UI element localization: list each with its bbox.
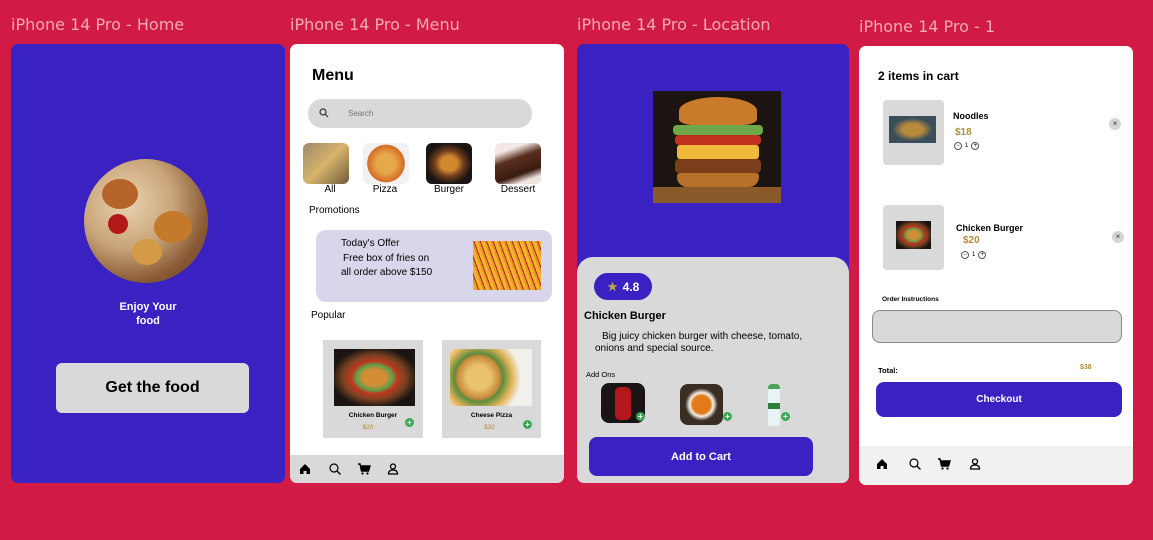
frame-label-cart: iPhone 14 Pro - 1 — [859, 17, 996, 36]
user-icon[interactable] — [386, 462, 400, 476]
addon-ketchup[interactable]: + — [601, 383, 645, 423]
cart-icon[interactable] — [357, 462, 371, 476]
cart-item-burger-price: $20 — [963, 235, 980, 246]
checkout-button[interactable]: Checkout — [876, 382, 1122, 417]
burger-thumbnail — [883, 205, 944, 270]
promo-line3: all order above $150 — [341, 267, 433, 278]
home-screen: Enjoy Your food Get the food — [11, 44, 285, 483]
popular-item-burger[interactable]: Chicken Burger $20 + — [323, 340, 423, 438]
total-label: Total: — [878, 366, 898, 375]
search-icon[interactable] — [908, 457, 922, 471]
checkout-label: Checkout — [976, 394, 1022, 405]
category-burger-image — [426, 143, 472, 184]
add-to-cart-label: Add to Cart — [671, 450, 731, 463]
remove-noodles-button[interactable]: × — [1109, 118, 1121, 130]
category-burger-label: Burger — [433, 184, 464, 195]
search-bar[interactable] — [308, 99, 532, 128]
rating-value: 4.8 — [622, 279, 640, 294]
user-icon[interactable] — [968, 457, 982, 471]
promo-line1: Today's Offer — [341, 238, 400, 249]
category-dessert-image — [495, 143, 541, 184]
add-to-cart-button[interactable]: Add to Cart — [589, 437, 813, 476]
category-all-label: All — [324, 184, 336, 195]
category-all[interactable]: All — [300, 143, 360, 195]
hero-food-image — [84, 159, 208, 283]
remove-burger-button[interactable]: × — [1112, 231, 1124, 243]
search-icon[interactable] — [328, 462, 342, 476]
cart-item-noodles-price: $18 — [955, 127, 972, 138]
category-burger[interactable]: Burger — [419, 143, 479, 195]
product-hero-image — [653, 91, 781, 203]
frame-label-location: iPhone 14 Pro - Location — [577, 15, 771, 34]
get-the-food-button[interactable]: Get the food — [56, 363, 249, 413]
get-the-food-label: Get the food — [105, 379, 200, 396]
home-icon[interactable] — [875, 457, 889, 471]
search-input[interactable] — [348, 106, 518, 121]
category-dessert[interactable]: Dessert — [488, 143, 548, 195]
promo-line2: Free box of fries on — [343, 252, 430, 264]
minus-icon[interactable]: − — [961, 251, 969, 259]
popular-heading: Popular — [311, 310, 346, 321]
promo-card[interactable]: Today's Offer Free box of fries on all o… — [316, 230, 552, 302]
product-description-line1: Big juicy chicken burger with cheese, to… — [602, 331, 803, 342]
add-water-button[interactable]: + — [781, 412, 790, 421]
popular-item-pizza[interactable]: Cheese Pizza $32 + — [442, 340, 541, 438]
product-detail-screen: 4.8 Chicken Burger Big juicy chicken bur… — [577, 44, 849, 483]
popular-pizza-image — [450, 349, 532, 406]
category-pizza-image — [363, 143, 409, 184]
addons-heading: Add Ons — [586, 370, 616, 379]
addon-soup[interactable]: + — [680, 384, 732, 426]
addon-water[interactable]: + — [765, 384, 790, 426]
frame-label-home: iPhone 14 Pro - Home — [11, 15, 185, 34]
cart-icon[interactable] — [937, 457, 951, 471]
cart-title: 2 items in cart — [878, 69, 959, 83]
home-icon[interactable] — [298, 462, 312, 476]
category-all-image — [303, 143, 349, 184]
product-description-line2: onions and special source. — [595, 343, 714, 354]
noodles-thumbnail — [883, 100, 944, 165]
cart-item-noodles: Noodles $18 − 1 + × — [883, 100, 1128, 166]
cart-item-burger-name: Chicken Burger — [956, 223, 1024, 233]
bottom-nav — [290, 455, 564, 483]
cart-item-noodles-name: Noodles — [953, 111, 989, 121]
home-tagline-line2: food — [136, 315, 160, 327]
order-instructions-field[interactable] — [872, 310, 1122, 343]
add-soup-button[interactable]: + — [723, 412, 732, 421]
promotions-heading: Promotions — [309, 205, 360, 216]
qty-stepper-burger: − 1 + — [961, 251, 987, 259]
category-pizza[interactable]: Pizza — [355, 143, 415, 195]
qty-value-noodles: 1 — [965, 143, 969, 149]
add-burger-button[interactable]: + — [405, 418, 414, 427]
category-dessert-label: Dessert — [500, 184, 536, 195]
category-pizza-label: Pizza — [372, 184, 398, 195]
total-value: $38 — [1080, 364, 1092, 371]
frame-label-menu: iPhone 14 Pro - Menu — [290, 15, 460, 34]
order-instructions-label: Order Instructions — [882, 296, 939, 303]
bottom-nav — [859, 446, 1133, 485]
plus-icon[interactable]: + — [978, 251, 987, 259]
minus-icon[interactable]: − — [954, 142, 962, 150]
rating-badge: 4.8 — [594, 273, 652, 300]
qty-value-burger: 1 — [972, 252, 976, 258]
popular-burger-image — [334, 349, 415, 406]
search-icon — [319, 108, 329, 118]
popular-pizza-name: Cheese Pizza — [470, 412, 513, 419]
plus-icon[interactable]: + — [971, 142, 980, 150]
qty-stepper-noodles: − 1 + — [954, 142, 980, 150]
water-bottle-image — [768, 384, 780, 426]
cart-item-burger: Chicken Burger $20 − 1 + × — [883, 205, 1128, 271]
product-name: Chicken Burger — [584, 310, 666, 322]
menu-screen: Menu All Pizza Burger Dessert Promotions… — [290, 44, 564, 483]
page-title: Menu — [312, 67, 354, 84]
soup-image — [680, 384, 723, 425]
home-tagline-line1: Enjoy Your — [119, 301, 177, 313]
cart-screen: 2 items in cart Noodles $18 − 1 + × Chic… — [859, 46, 1133, 485]
add-pizza-button[interactable]: + — [523, 420, 532, 429]
popular-burger-price: $20 — [362, 424, 374, 431]
fries-image — [473, 241, 541, 290]
star-icon — [607, 281, 618, 292]
add-ketchup-button[interactable]: + — [636, 412, 645, 421]
